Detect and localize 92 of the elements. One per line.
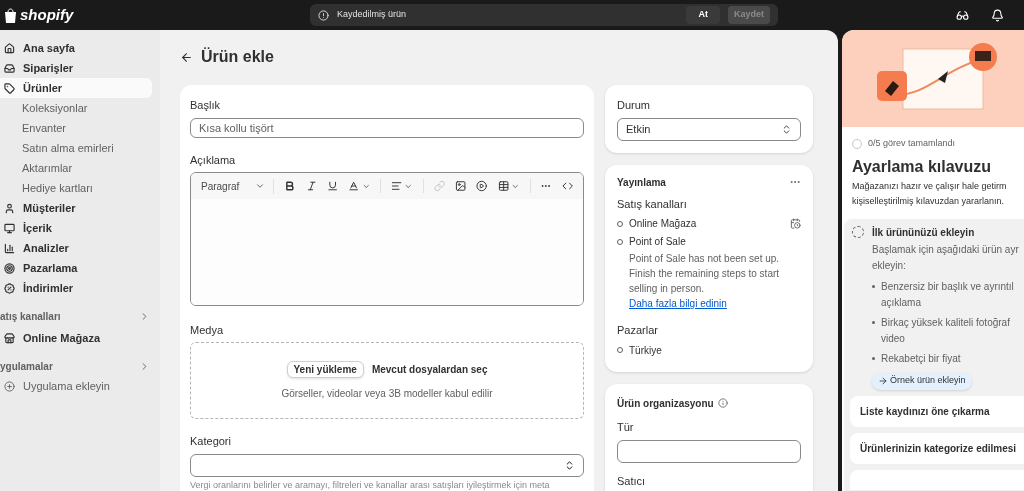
underline-icon[interactable]: [327, 180, 339, 193]
code-icon[interactable]: [561, 180, 574, 193]
sidebar-item[interactable]: Online Mağaza: [0, 328, 152, 348]
market-name: Türkiye: [629, 343, 662, 358]
video-icon[interactable]: [476, 180, 488, 193]
step-intro: ekleyin:: [872, 258, 907, 273]
markets-label: Pazarlar: [617, 323, 659, 338]
paragraph-select[interactable]: Paragraf: [201, 178, 275, 194]
setup-step[interactable]: İlk ürününüzü ekleyin Başlamak için aşağıdaki ürün ayr ekleyin: Benzersiz bir başlık ve ayrıntıl açıklama Birkaç yüksek kaliteli fotoğraf video Rekabetçi bir fiyat Örnek ürün ekleyin: [844, 224, 1024, 390]
media-hint: Görseller, videolar veya 3B modeller kabul edilir: [281, 386, 493, 401]
channel-name: Point of Sale: [629, 235, 686, 249]
bullet-text: video: [881, 331, 906, 346]
learn-more-link[interactable]: Daha fazla bilgi edinin: [617, 296, 727, 311]
image-icon[interactable]: [455, 180, 467, 193]
sidebar-item[interactable]: Müşteriler: [0, 198, 152, 218]
sidebar-item[interactable]: Pazarlama: [0, 258, 152, 278]
add-app-link[interactable]: Uygulama ekleyin: [0, 376, 152, 396]
field-label: Tür: [617, 419, 635, 435]
channel-name: Online Mağaza: [629, 217, 697, 231]
media-label: Medya: [190, 322, 225, 338]
guide-title: Ayarlama kılavuzu: [852, 156, 993, 177]
field-label: Satıcı: [617, 474, 647, 489]
italic-icon[interactable]: [305, 180, 317, 193]
badge-icon: [4, 282, 15, 294]
person-icon: [4, 202, 15, 214]
bullet-text: Rekabetçi bir fiyat: [881, 351, 961, 366]
sidebar-section-title[interactable]: atış kanalları: [0, 308, 61, 324]
description-label: Açıklama: [190, 152, 237, 168]
sidebar-subitem[interactable]: Satın alma emirleri: [0, 138, 152, 158]
inbox-icon: [4, 62, 15, 74]
store-icon: [4, 332, 15, 344]
bullet-text: Benzersiz bir başlık ve ayrıntıl: [881, 279, 1014, 294]
calendar-clock-icon[interactable]: [790, 218, 801, 229]
publishing-title: Yayınlama: [617, 175, 666, 190]
progress-text: 0/5 görev tamamlandı: [868, 137, 956, 150]
glasses-icon[interactable]: [956, 8, 969, 22]
bar-chart-icon: [4, 242, 15, 254]
info-icon[interactable]: [717, 398, 728, 408]
channels-label: Satış kanalları: [617, 196, 688, 212]
page-title: Ürün ekle: [201, 46, 274, 67]
choose-existing-link[interactable]: Mevcut dosyalardan seç: [371, 361, 488, 377]
plus-circle-icon: [4, 380, 15, 392]
bullet-text: Birkaç yüksek kaliteli fotoğraf: [881, 315, 1010, 330]
shopify-logo[interactable]: shopify: [20, 3, 74, 27]
bullet-text: açıklama: [881, 295, 922, 310]
sidebar-item[interactable]: Analizler: [0, 238, 152, 258]
category-hint: Vergi oranlarını belirler ve aramayı, filtreleri ve kanallar arası satışları iyileştirmek için meta: [190, 480, 551, 491]
sidebar-item[interactable]: Siparişler: [0, 58, 152, 78]
new-upload-button[interactable]: Yeni yükleme: [286, 360, 364, 378]
sidebar-item[interactable]: İçerik: [0, 218, 152, 238]
rich-text-editor[interactable]: Paragraf: [190, 172, 584, 307]
sidebar-item[interactable]: Ürünler: [0, 78, 152, 98]
sidebar-subitem[interactable]: Aktarımlar: [0, 158, 152, 178]
guide-description: Mağazanızı hazır ve çalışır hale getirm: [852, 179, 1008, 193]
sidebar-section-title[interactable]: ygulamalar: [0, 358, 53, 374]
category-select[interactable]: [190, 454, 584, 477]
unsaved-message: Kaydedilmiş ürün: [337, 8, 408, 22]
setup-step[interactable]: Ürünlerinizin kategorize edilmesi: [850, 432, 1024, 464]
sample-product-button[interactable]: Örnek ürün ekleyin: [872, 372, 972, 390]
monitor-icon: [4, 222, 15, 234]
status-label: Durum: [617, 98, 651, 113]
top-bar-button[interactable]: At: [686, 6, 720, 24]
sidebar-subitem[interactable]: Envanter: [0, 118, 152, 138]
home-icon: [4, 42, 15, 54]
channel-note: Point of Sale has not been set up. Finish the remaining steps to start selling in person.: [628, 252, 781, 296]
arrow-right-icon: [878, 376, 888, 386]
text-color-icon[interactable]: [348, 180, 360, 193]
tag-icon: [4, 82, 15, 94]
select-arrows-icon: [564, 460, 575, 471]
notifications-icon[interactable]: [991, 8, 1004, 22]
select-arrows-icon: [781, 123, 792, 135]
setup-step[interactable]: Liste kaydınızı öne çıkarma: [850, 395, 1024, 427]
table-icon[interactable]: [497, 180, 509, 193]
text-input[interactable]: [617, 439, 801, 463]
guide-description: kişiselleştirilmiş kılavuzdan yararlanın.: [852, 194, 1006, 208]
alert-icon: [318, 9, 329, 21]
sidebar-item[interactable]: İndirimler: [0, 278, 152, 298]
title-input[interactable]: Kısa kollu tişört: [190, 117, 584, 139]
step-title: İlk ürününüzü ekleyin: [872, 225, 975, 240]
shopping-bag-icon: [4, 7, 17, 23]
sidebar-item[interactable]: Ana sayfa: [0, 38, 152, 58]
organization-title: Ürün organizasyonu: [617, 396, 714, 411]
back-arrow-icon[interactable]: [180, 50, 193, 64]
media-dropzone[interactable]: Yeni yükleme Mevcut dosyalardan seç Görseller, videolar veya 3B modeller kabul edilir: [190, 342, 584, 420]
target-icon: [4, 262, 15, 274]
sidebar-subitem[interactable]: Koleksiyonlar: [0, 98, 152, 118]
status-select[interactable]: Etkin: [617, 117, 801, 141]
align-icon[interactable]: [391, 180, 403, 193]
category-label: Kategori: [190, 434, 232, 450]
sidebar-subitem[interactable]: Hediye kartları: [0, 178, 152, 198]
bold-icon[interactable]: [284, 180, 296, 193]
title-label: Başlık: [190, 98, 221, 113]
